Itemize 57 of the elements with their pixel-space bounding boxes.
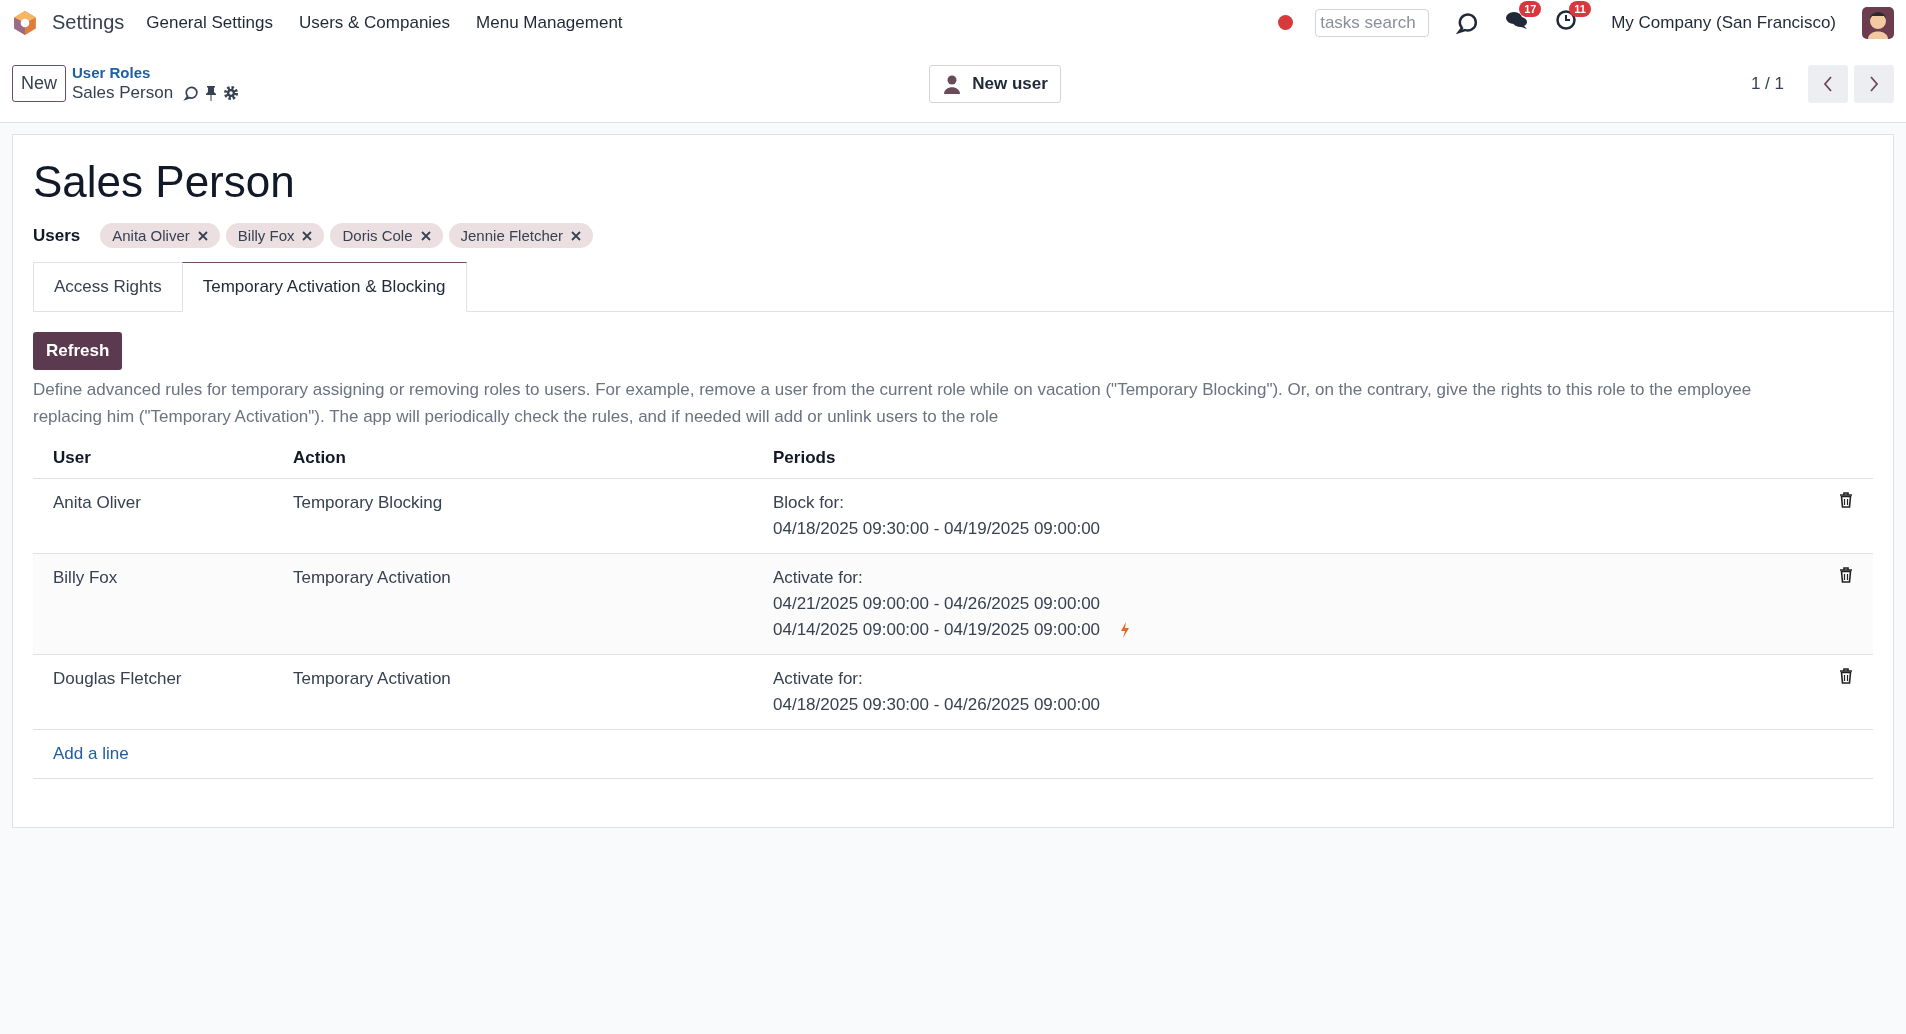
periods-label: Activate for: (773, 567, 864, 589)
tag-label: Anita Oliver (112, 227, 190, 244)
close-icon[interactable] (197, 230, 208, 241)
chevron-right-icon (1868, 74, 1880, 93)
search-field[interactable]: tasks search (1315, 8, 1430, 37)
tag-label: Billy Fox (237, 227, 295, 244)
add-line-link[interactable]: Add a line (53, 744, 129, 763)
table-cell: Temporary Activation (293, 568, 451, 587)
record-name: Sales Person (72, 83, 174, 103)
column-header[interactable]: User (33, 438, 273, 479)
new-user-button[interactable]: New user (929, 64, 1061, 103)
tab[interactable]: Temporary Activation & Blocking (181, 262, 467, 312)
record-dot-icon[interactable] (1278, 15, 1294, 30)
table-cell: Billy Fox (53, 568, 118, 587)
field-label: Users (33, 225, 81, 246)
trash-icon[interactable] (1839, 567, 1853, 583)
person-icon (942, 73, 963, 94)
tag-label: Doris Cole (342, 227, 413, 244)
periods-label: Activate for: (773, 668, 864, 690)
breadcrumb-link[interactable]: User Roles (72, 64, 240, 81)
tab[interactable]: Access Rights (33, 262, 182, 312)
trash-icon[interactable] (1839, 668, 1853, 684)
pager-value: 1 / 1 (1750, 73, 1784, 94)
chevron-left-icon (1822, 74, 1834, 93)
column-header[interactable]: Periods (753, 438, 1803, 479)
table-cell: Temporary Activation (293, 669, 451, 688)
company-switcher[interactable]: My Company (San Francisco) (1611, 12, 1836, 33)
avatar-icon[interactable] (1862, 6, 1894, 39)
new-button[interactable]: New (12, 65, 66, 102)
column-header[interactable]: Action (273, 438, 753, 479)
period-text: 04/18/2025 09:30:00 - 04/19/2025 09:00:00 (773, 518, 1101, 540)
notification-badge: 17 (1519, 1, 1542, 17)
table-cell: Anita Oliver (53, 493, 141, 512)
pin-icon[interactable] (205, 85, 218, 101)
logo-icon[interactable] (12, 9, 38, 36)
periods-label: Block for: (773, 492, 845, 514)
refresh-button[interactable]: Refresh (33, 332, 123, 370)
table-cell: Douglas Fletcher (53, 669, 182, 688)
menu-item[interactable]: Users & Companies (298, 12, 451, 33)
menu-item[interactable]: Menu Management (476, 12, 623, 33)
menu-item[interactable]: General Settings (146, 12, 273, 33)
app-name[interactable]: Settings (52, 11, 125, 34)
period-text: 04/18/2025 09:30:00 - 04/26/2025 09:00:00 (773, 694, 1101, 716)
description-text: Define advanced rules for temporary assigning or removing roles to users. For example, remove a user from the current role while on vacation ("Temporary Blocking"). Or, on the contrary, give the rights to this role to the employee replacing him ("Temporary Activation"). The app will periodically check the rules, and if needed will add or unlink users to the role (33, 379, 1753, 428)
close-icon[interactable] (302, 230, 313, 241)
trash-icon[interactable] (1839, 492, 1853, 508)
period-text: 04/21/2025 09:00:00 - 04/26/2025 09:00:00 (773, 593, 1101, 615)
tag-label: Jennie Fletcher (460, 227, 564, 244)
notification-badge: 11 (1569, 1, 1591, 17)
chat-bubble-icon[interactable] (1455, 10, 1480, 35)
close-icon[interactable] (420, 230, 431, 241)
chat-bubble-icon[interactable] (183, 85, 200, 101)
close-icon[interactable] (571, 230, 582, 241)
table-cell: Temporary Blocking (293, 493, 443, 512)
period-text: 04/14/2025 09:00:00 - 04/19/2025 09:00:00 (773, 619, 1101, 641)
record-title: Sales Person (33, 157, 296, 207)
settings-icon[interactable] (223, 85, 240, 101)
